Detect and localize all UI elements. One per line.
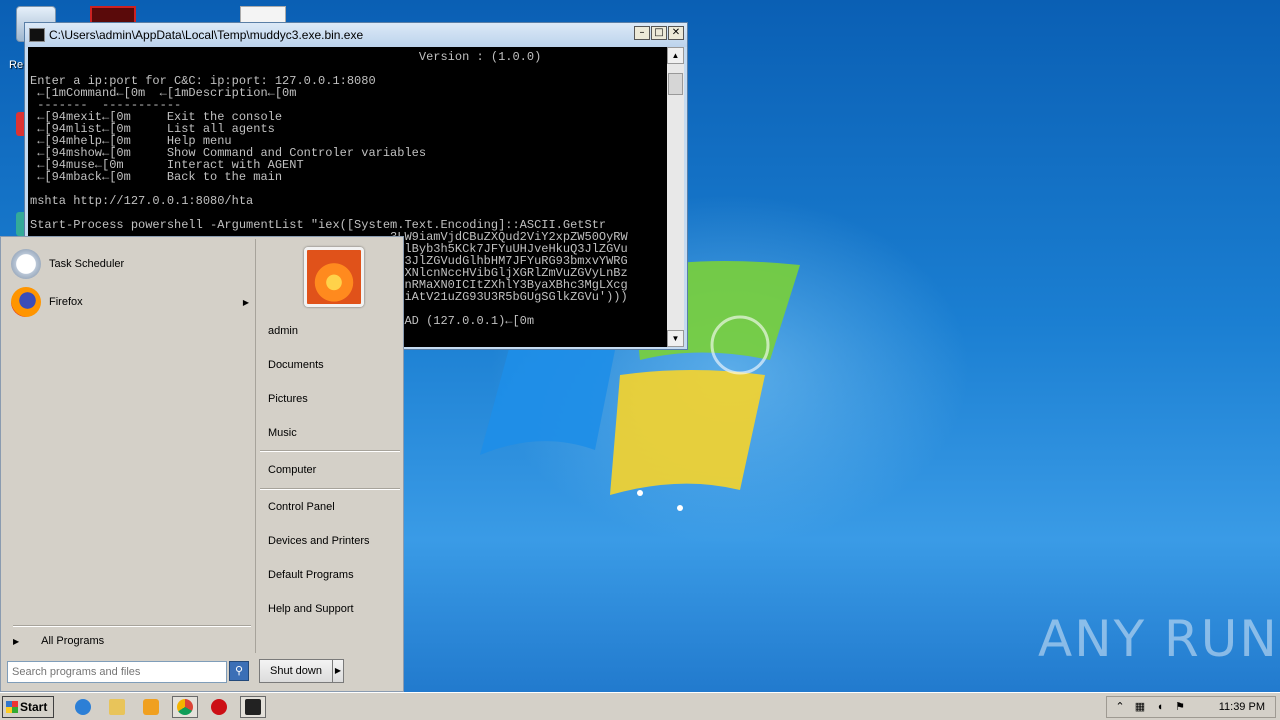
- divider: [13, 625, 251, 627]
- menu-item-documents[interactable]: Documents: [268, 359, 324, 371]
- show-hidden-icons-icon[interactable]: ⌃: [1113, 700, 1127, 714]
- start-menu: Task Scheduler Firefox ▶ ▶ All Programs …: [0, 236, 404, 692]
- taskbar: Start ⌃ ▦ ◖ ⚑ 11:39 PM: [0, 692, 1280, 720]
- search-input[interactable]: [12, 663, 222, 681]
- console-line: Version : (1.0.0): [418, 50, 542, 64]
- anyrun-watermark: ANY RUN: [1038, 610, 1279, 668]
- chrome-icon[interactable]: [172, 696, 198, 718]
- menu-item-default-programs[interactable]: Default Programs: [268, 569, 354, 581]
- quick-launch: [70, 696, 266, 718]
- menu-item-pictures[interactable]: Pictures: [268, 393, 308, 405]
- divider: [260, 450, 400, 452]
- console-titlebar[interactable]: C:\Users\admin\AppData\Local\Temp\muddyc…: [25, 23, 687, 47]
- start-menu-places: admin Documents Pictures Music Computer …: [255, 239, 404, 653]
- console-scrollbar[interactable]: ▲ ▼: [667, 47, 684, 347]
- divider: [260, 488, 400, 490]
- pinned-label: Firefox: [49, 296, 83, 308]
- menu-item-control-panel[interactable]: Control Panel: [268, 501, 335, 513]
- pinned-firefox[interactable]: Firefox ▶: [11, 285, 249, 319]
- internet-explorer-icon[interactable]: [70, 696, 96, 718]
- menu-item-devices-printers[interactable]: Devices and Printers: [268, 535, 370, 547]
- volume-icon[interactable]: ◖: [1153, 700, 1167, 714]
- pinned-task-scheduler[interactable]: Task Scheduler: [11, 247, 249, 281]
- console-line: mshta http://127.0.0.1:8080/hta: [30, 194, 254, 208]
- windows-flag-icon: [6, 701, 18, 713]
- opera-icon[interactable]: [206, 696, 232, 718]
- scroll-down-button[interactable]: ▼: [667, 330, 684, 347]
- search-box[interactable]: [7, 661, 227, 683]
- menu-item-computer[interactable]: Computer: [268, 464, 316, 476]
- network-icon[interactable]: ▦: [1133, 700, 1147, 714]
- shutdown-options-arrow-icon[interactable]: ▶: [332, 659, 344, 683]
- start-button[interactable]: Start: [2, 696, 54, 718]
- console-app-icon: [29, 28, 45, 42]
- start-menu-programs: Task Scheduler Firefox ▶ ▶ All Programs: [3, 239, 253, 653]
- console-taskbar-icon[interactable]: [240, 696, 266, 718]
- all-programs-button[interactable]: ▶ All Programs: [13, 635, 104, 647]
- menu-item-music[interactable]: Music: [268, 427, 297, 439]
- expand-arrow-icon: ▶: [13, 636, 20, 646]
- scroll-thumb[interactable]: [668, 73, 683, 95]
- file-explorer-icon[interactable]: [104, 696, 130, 718]
- media-player-icon[interactable]: [138, 696, 164, 718]
- shutdown-button[interactable]: Shut down: [259, 659, 333, 683]
- close-button[interactable]: ✕: [668, 26, 684, 40]
- minimize-button[interactable]: –: [634, 26, 650, 40]
- firefox-icon: [11, 287, 41, 317]
- watermark-text: ANY RUN: [1038, 610, 1279, 668]
- search-icon[interactable]: ⚲: [229, 661, 249, 681]
- console-title: C:\Users\admin\AppData\Local\Temp\muddyc…: [49, 28, 364, 42]
- maximize-button[interactable]: □: [651, 26, 667, 40]
- action-center-flag-icon[interactable]: ⚑: [1173, 700, 1187, 714]
- console-line: ←[94mback←[0m Back to the main: [37, 170, 283, 184]
- menu-item-help-support[interactable]: Help and Support: [268, 603, 354, 615]
- submenu-arrow-icon: ▶: [242, 297, 249, 307]
- menu-item-user[interactable]: admin: [268, 325, 298, 337]
- clock[interactable]: 11:39 PM: [1219, 701, 1265, 713]
- clock-icon: [11, 249, 41, 279]
- scroll-up-button[interactable]: ▲: [667, 47, 684, 64]
- start-menu-bottom: ⚲ Shut down ▶: [1, 655, 403, 691]
- start-label: Start: [20, 700, 48, 714]
- pinned-label: Task Scheduler: [49, 258, 125, 270]
- all-programs-label: All Programs: [41, 635, 105, 647]
- user-picture-avatar[interactable]: [304, 247, 364, 307]
- recycle-bin-label: Re: [9, 59, 24, 71]
- system-tray: ⌃ ▦ ◖ ⚑ 11:39 PM: [1106, 696, 1276, 718]
